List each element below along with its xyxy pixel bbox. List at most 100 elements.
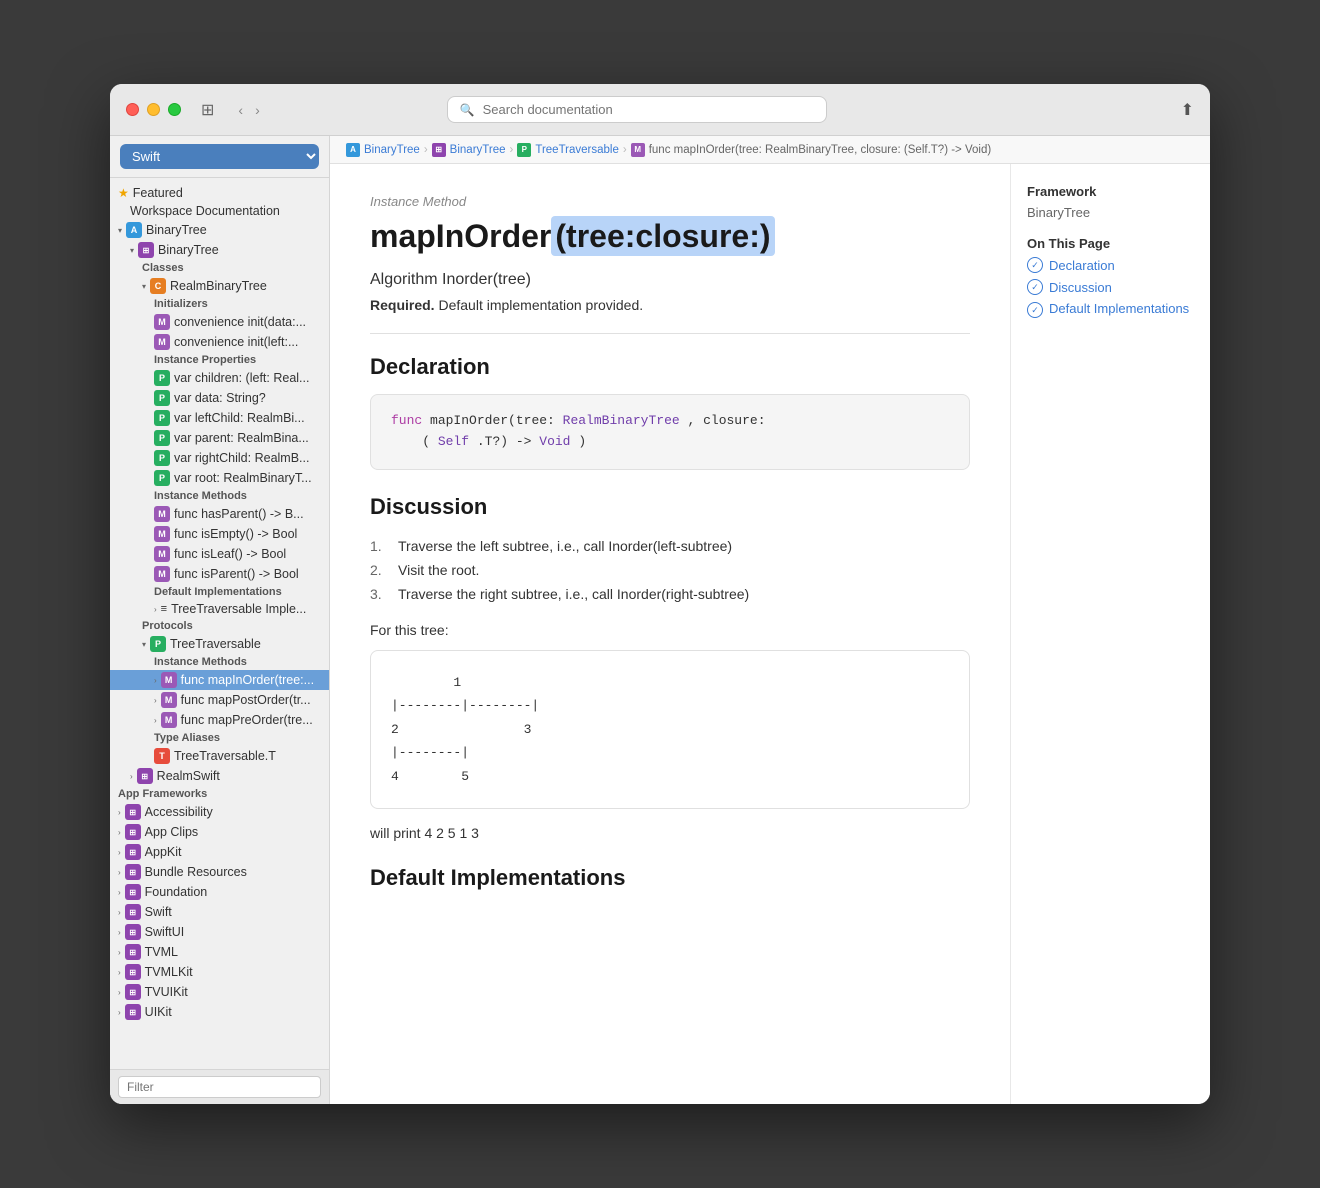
breadcrumb-binarytree2[interactable]: BinaryTree <box>450 144 506 156</box>
sidebar-item-label: var data: String? <box>174 391 266 405</box>
item-num: 3. <box>370 586 390 602</box>
tree-diagram: 1 |--------|--------| 2 3 |--------| 4 5 <box>370 650 970 809</box>
sidebar-item-label: TreeTraversable <box>170 637 261 651</box>
divider <box>370 333 970 334</box>
right-pane: A BinaryTree › ⊞ BinaryTree › P TreeTrav… <box>330 136 1210 1104</box>
badge-grid: ⊞ <box>125 844 141 860</box>
sidebar-item-prop-root[interactable]: P var root: RealmBinaryT... <box>110 468 329 488</box>
expand-icon: › <box>154 676 157 685</box>
sidebar-item-treetraversable-impl[interactable]: › ≡ TreeTraversable Imple... <box>110 600 329 618</box>
sidebar-item-label: TreeTraversable Imple... <box>171 602 306 616</box>
badge-p: P <box>154 450 170 466</box>
code-t-question: .T?) -> <box>477 434 539 449</box>
breadcrumb: A BinaryTree › ⊞ BinaryTree › P TreeTrav… <box>330 136 1210 164</box>
declaration-link-label: Declaration <box>1049 258 1115 273</box>
search-input[interactable] <box>483 102 814 117</box>
sidebar-item-init-left[interactable]: M convenience init(left:... <box>110 332 329 352</box>
sidebar-item-method-hasparent[interactable]: M func hasParent() -> B... <box>110 504 329 524</box>
forward-button[interactable]: › <box>251 100 264 120</box>
breadcrumb-treetraversable[interactable]: TreeTraversable <box>535 144 619 156</box>
sidebar-item-label: convenience init(data:... <box>174 315 306 329</box>
sidebar-item-bundle-resources[interactable]: › ⊞ Bundle Resources <box>110 862 329 882</box>
sidebar-item-init-data[interactable]: M convenience init(data:... <box>110 312 329 332</box>
badge-p: P <box>154 370 170 386</box>
sidebar-item-tvuikit[interactable]: › ⊞ TVUIKit <box>110 982 329 1002</box>
sidebar-item-prop-parent[interactable]: P var parent: RealmBina... <box>110 428 329 448</box>
close-button[interactable] <box>126 103 139 116</box>
expand-icon: › <box>118 968 121 977</box>
sidebar-item-label: func isParent() -> Bool <box>174 567 299 581</box>
section-header-label: App Frameworks <box>118 788 207 800</box>
traffic-lights <box>126 103 181 116</box>
default-impl-link-label: Default Implementations <box>1049 301 1189 316</box>
search-bar[interactable]: 🔍 <box>447 96 827 123</box>
sidebar-content: ★ Featured Workspace Documentation ▾ A B… <box>110 178 329 1069</box>
sidebar-item-label: TVMLKit <box>145 965 193 979</box>
sidebar-item-prop-leftchild[interactable]: P var leftChild: RealmBi... <box>110 408 329 428</box>
sidebar-item-appkit[interactable]: › ⊞ AppKit <box>110 842 329 862</box>
default-implementations-link[interactable]: ✓ Default Implementations <box>1027 301 1194 318</box>
sidebar-toggle[interactable]: ⊞ <box>201 100 214 120</box>
titlebar: ⊞ ‹ › 🔍 ⬆ <box>110 84 1210 136</box>
star-icon: ★ <box>118 186 129 200</box>
sidebar-item-tvmlkit[interactable]: › ⊞ TVMLKit <box>110 962 329 982</box>
sidebar-item-realmswift[interactable]: › ⊞ RealmSwift <box>110 766 329 786</box>
sidebar-item-workspace[interactable]: Workspace Documentation <box>110 202 329 220</box>
sidebar-item-label: Bundle Resources <box>145 865 247 879</box>
language-select[interactable]: Swift Objective-C <box>120 144 319 169</box>
sidebar-item-swift[interactable]: › ⊞ Swift <box>110 902 329 922</box>
sidebar-item-method-isempty[interactable]: M func isEmpty() -> Bool <box>110 524 329 544</box>
tree-line-4: |--------| <box>391 741 949 764</box>
expand-icon: › <box>118 928 121 937</box>
sidebar-item-label: var leftChild: RealmBi... <box>174 411 305 425</box>
sidebar-item-method-isparent[interactable]: M func isParent() -> Bool <box>110 564 329 584</box>
breadcrumb-sep: › <box>623 144 627 156</box>
badge-m: M <box>154 506 170 522</box>
sidebar-item-method-mapinorder[interactable]: › M func mapInOrder(tree:... <box>110 670 329 690</box>
sidebar-item-method-mappreorder[interactable]: › M func mapPreOrder(tre... <box>110 710 329 730</box>
sidebar-item-prop-data[interactable]: P var data: String? <box>110 388 329 408</box>
sidebar-item-label: RealmBinaryTree <box>170 279 267 293</box>
filter-input[interactable] <box>118 1076 321 1098</box>
discussion-section: 1. Traverse the left subtree, i.e., call… <box>370 534 970 841</box>
minimize-button[interactable] <box>147 103 160 116</box>
expand-icon: › <box>130 772 133 781</box>
sidebar-item-label: var rightChild: RealmB... <box>174 451 309 465</box>
tree-line-5: 4 5 <box>391 765 949 788</box>
fullscreen-button[interactable] <box>168 103 181 116</box>
sidebar-item-label: RealmSwift <box>157 769 220 783</box>
badge-grid: ⊞ <box>125 804 141 820</box>
sidebar-item-treetraversable[interactable]: ▾ P TreeTraversable <box>110 634 329 654</box>
section-header-label: Protocols <box>142 620 193 632</box>
sidebar-item-label: AppKit <box>145 845 182 859</box>
sidebar-item-app-clips[interactable]: › ⊞ App Clips <box>110 822 329 842</box>
sidebar-item-accessibility[interactable]: › ⊞ Accessibility <box>110 802 329 822</box>
framework-label: Framework <box>1027 184 1194 199</box>
sidebar-item-label: func hasParent() -> B... <box>174 507 304 521</box>
discussion-link[interactable]: ✓ Discussion <box>1027 279 1194 295</box>
sidebar-item-binarytree-sub[interactable]: ▾ ⊞ BinaryTree <box>110 240 329 260</box>
sidebar-item-treetraversable-t[interactable]: T TreeTraversable.T <box>110 746 329 766</box>
expand-icon: › <box>118 908 121 917</box>
circle-check-icon: ✓ <box>1027 257 1043 273</box>
framework-value: BinaryTree <box>1027 205 1194 220</box>
sidebar-item-tvml[interactable]: › ⊞ TVML <box>110 942 329 962</box>
sidebar-item-prop-children[interactable]: P var children: (left: Real... <box>110 368 329 388</box>
sidebar-item-prop-rightchild[interactable]: P var rightChild: RealmB... <box>110 448 329 468</box>
sidebar-item-featured[interactable]: ★ Featured <box>110 184 329 202</box>
sidebar-item-method-isleaf[interactable]: M func isLeaf() -> Bool <box>110 544 329 564</box>
badge-m: M <box>161 692 177 708</box>
share-button[interactable]: ⬆ <box>1181 100 1194 120</box>
sidebar-item-foundation[interactable]: › ⊞ Foundation <box>110 882 329 902</box>
sidebar-item-label: BinaryTree <box>146 223 207 237</box>
back-button[interactable]: ‹ <box>234 100 247 120</box>
sidebar-section-default-impl: Default Implementations <box>110 584 329 600</box>
declaration-link[interactable]: ✓ Declaration <box>1027 257 1194 273</box>
sidebar-item-realmbinarytree[interactable]: ▾ C RealmBinaryTree <box>110 276 329 296</box>
sidebar-item-binarytree-root[interactable]: ▾ A BinaryTree <box>110 220 329 240</box>
sidebar-item-method-mappostorder[interactable]: › M func mapPostOrder(tr... <box>110 690 329 710</box>
breadcrumb-binarytree1[interactable]: BinaryTree <box>364 144 420 156</box>
sidebar-item-swiftui[interactable]: › ⊞ SwiftUI <box>110 922 329 942</box>
badge-a: A <box>126 222 142 238</box>
sidebar-item-uikit[interactable]: › ⊞ UIKit <box>110 1002 329 1022</box>
